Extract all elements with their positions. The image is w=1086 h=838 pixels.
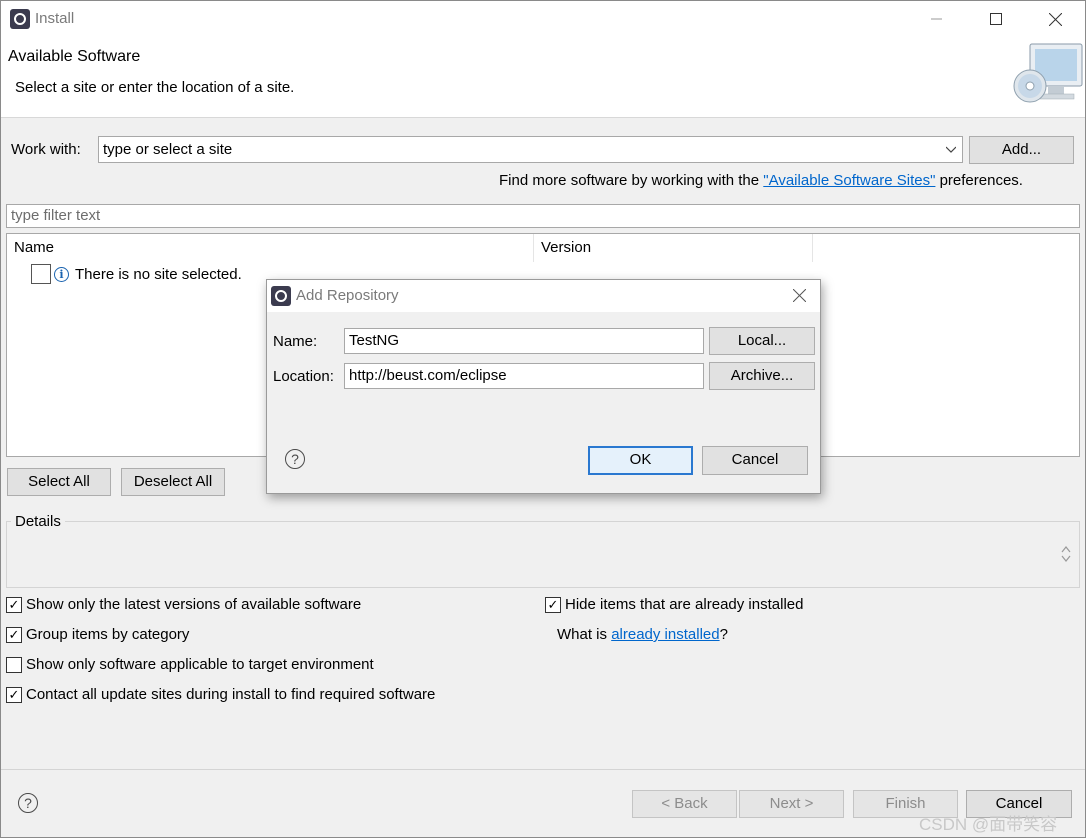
deselect-all-button[interactable]: Deselect All (121, 468, 225, 496)
latest-versions-label: Show only the latest versions of availab… (26, 596, 362, 613)
select-all-button[interactable]: Select All (7, 468, 111, 496)
location-label: Location: (273, 368, 334, 385)
add-repository-dialog: Add Repository Name: TestNG Local... Loc… (266, 279, 821, 494)
tree-row-label: There is no site selected. (75, 265, 242, 283)
tree-row[interactable]: i There is no site selected. (31, 263, 242, 285)
page-title: Available Software (8, 48, 141, 65)
help-icon[interactable]: ? (18, 793, 38, 813)
details-group (6, 521, 1080, 588)
tree-row-checkbox[interactable] (31, 264, 51, 284)
back-button[interactable]: < Back (632, 790, 737, 818)
name-input[interactable]: TestNG (344, 328, 704, 354)
maximize-button[interactable] (973, 0, 1019, 38)
contact-sites-checkbox[interactable]: ✓ (6, 686, 22, 703)
dialog-title: Add Repository (296, 287, 399, 304)
watermark: CSDN @面带笑容 (919, 815, 1058, 834)
dialog-eclipse-icon (271, 286, 291, 306)
wizard-header: Available Software Select a site or ente… (0, 38, 1086, 118)
name-label: Name: (273, 333, 318, 350)
eclipse-icon (10, 9, 30, 29)
dialog-close-icon[interactable] (793, 289, 806, 302)
details-label: Details (11, 513, 65, 530)
already-installed-link[interactable]: already installed (611, 626, 719, 643)
work-with-value: type or select a site (103, 141, 233, 158)
dialog-help-icon[interactable]: ? (285, 449, 305, 469)
column-header-name[interactable]: Name (7, 234, 534, 262)
ok-button[interactable]: OK (588, 446, 693, 475)
option-applicable-only[interactable]: Show only software applicable to target … (6, 656, 374, 673)
dialog-title-bar: Add Repository (267, 280, 820, 312)
close-button[interactable] (1032, 0, 1078, 38)
what-is-installed: What is already installed? (557, 626, 728, 643)
info-icon: i (54, 266, 69, 282)
chevron-down-icon[interactable] (946, 146, 956, 153)
details-scroll-arrows-icon[interactable] (1061, 545, 1071, 563)
option-group-by-category[interactable]: ✓ Group items by category (6, 626, 189, 643)
group-by-category-label: Group items by category (26, 626, 190, 643)
column-header-version[interactable]: Version (534, 234, 813, 262)
find-more-suffix: preferences. (935, 172, 1023, 189)
work-with-combo[interactable]: type or select a site (98, 136, 963, 163)
applicable-only-label: Show only software applicable to target … (26, 656, 374, 673)
filter-placeholder: type filter text (11, 207, 101, 224)
page-subtitle: Select a site or enter the location of a… (15, 79, 295, 96)
option-contact-sites[interactable]: ✓ Contact all update sites during instal… (6, 686, 435, 703)
option-latest-versions[interactable]: ✓ Show only the latest versions of avail… (6, 596, 361, 613)
add-site-button[interactable]: Add... (969, 136, 1074, 164)
minimize-button[interactable] (914, 0, 960, 38)
latest-versions-checkbox[interactable]: ✓ (6, 596, 22, 613)
dialog-cancel-button[interactable]: Cancel (702, 446, 808, 475)
option-hide-installed[interactable]: ✓ Hide items that are already installed (545, 596, 803, 613)
find-more-text: Find more software by working with the "… (499, 172, 1023, 189)
filter-input[interactable]: type filter text (6, 204, 1080, 228)
work-with-label: Work with: (11, 141, 81, 158)
close-icon (1048, 12, 1062, 26)
hide-installed-label: Hide items that are already installed (565, 596, 804, 613)
minimize-icon (931, 18, 942, 20)
next-button[interactable]: Next > (739, 790, 844, 818)
applicable-only-checkbox[interactable] (6, 656, 22, 673)
find-more-prefix: Find more software by working with the (499, 172, 764, 189)
hide-installed-checkbox[interactable]: ✓ (545, 596, 561, 613)
group-by-category-checkbox[interactable]: ✓ (6, 626, 22, 643)
cd-monitor-icon (1013, 43, 1083, 103)
contact-sites-label: Contact all update sites during install … (26, 686, 436, 703)
window-title: Install (35, 10, 75, 27)
what-is-suffix: ? (719, 626, 728, 643)
available-sites-link[interactable]: "Available Software Sites" (763, 172, 935, 189)
footer-separator (0, 769, 1086, 770)
maximize-icon (990, 13, 1002, 25)
local-button[interactable]: Local... (709, 327, 815, 355)
archive-button[interactable]: Archive... (709, 362, 815, 390)
what-is-prefix: What is (557, 626, 612, 643)
title-bar: Install (0, 0, 1086, 38)
location-input[interactable]: http://beust.com/eclipse (344, 363, 704, 389)
